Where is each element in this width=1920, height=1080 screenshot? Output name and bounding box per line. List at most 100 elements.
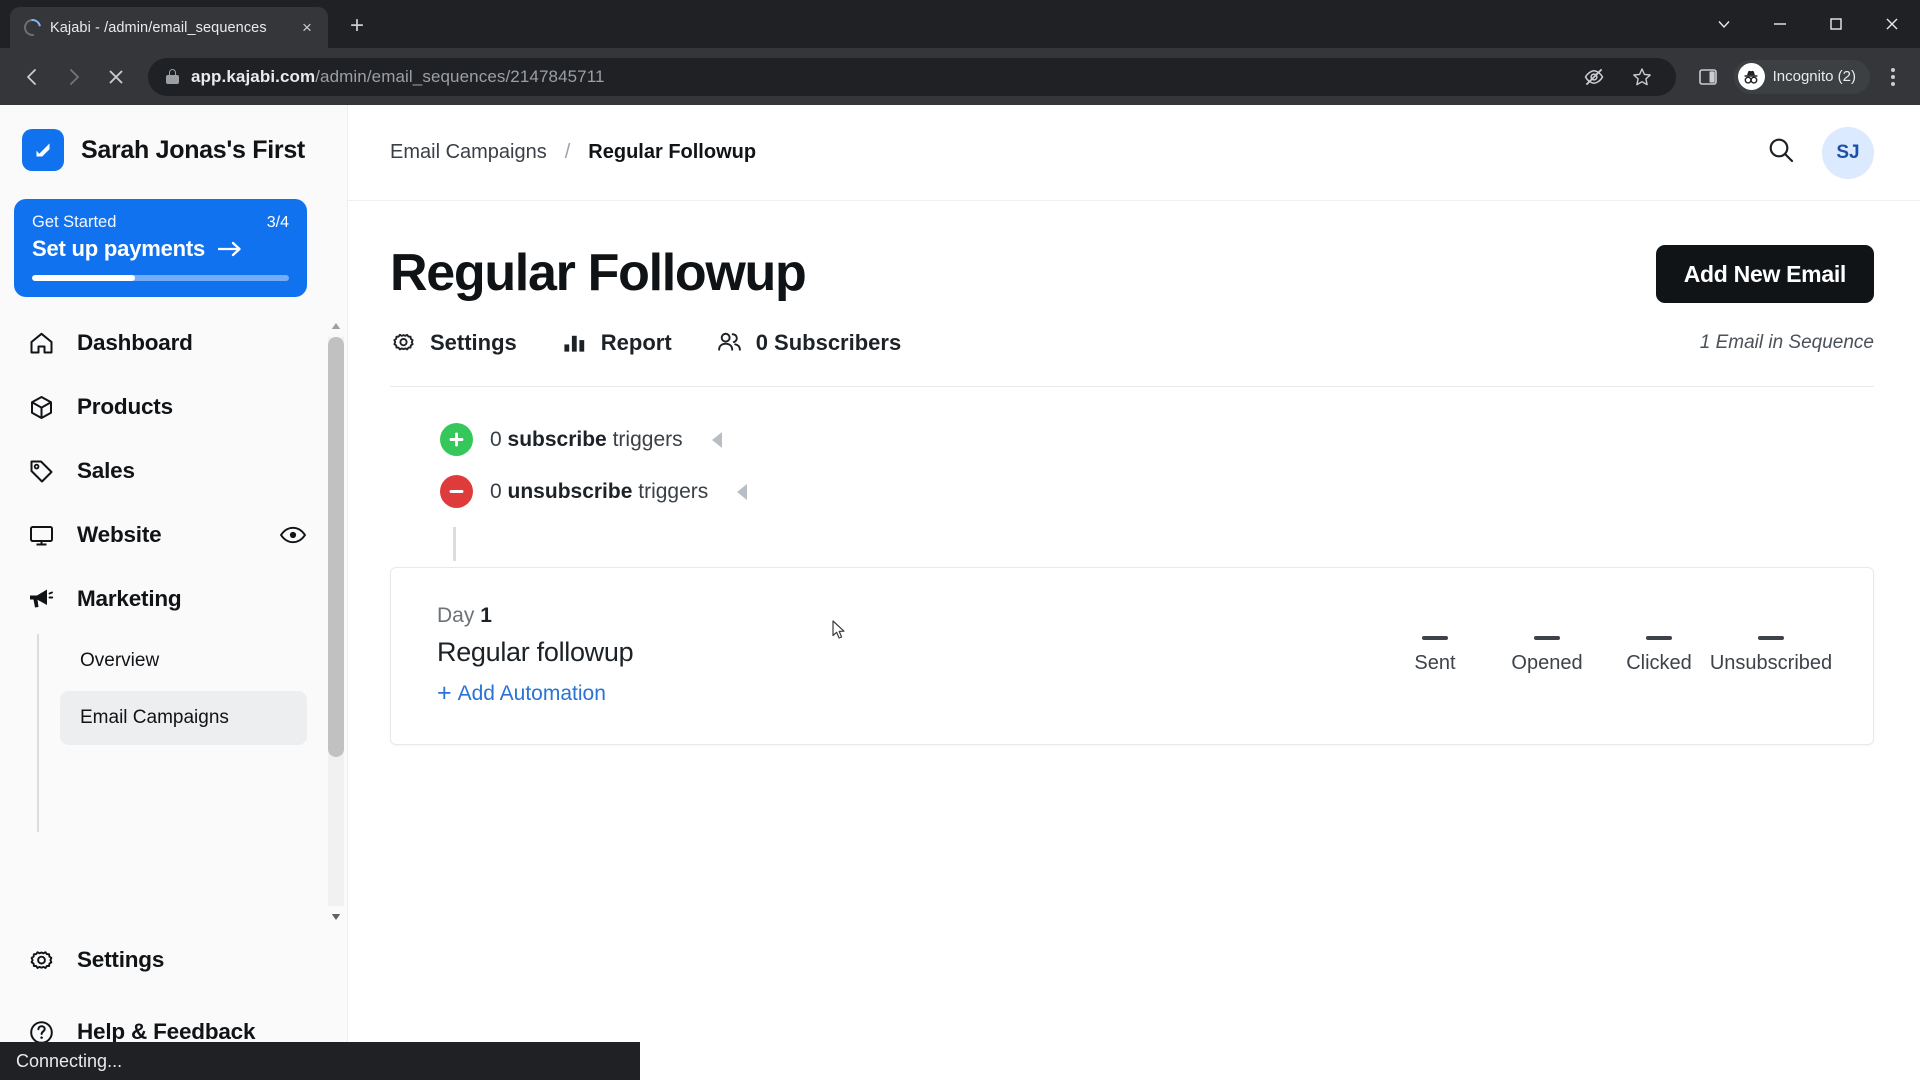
caret-left-icon[interactable] [737,483,748,500]
trigger-suffix: triggers [638,479,709,503]
page-viewport: Sarah Jonas's First Get Started 3/4 Set … [0,105,1920,1080]
minus-circle-icon [440,475,473,508]
browser-toolbar: app.kajabi.com/admin/email_sequences/214… [0,48,1920,105]
email-stats: Sent Opened Clicked Unsubscribed [1379,635,1832,675]
tab-settings[interactable]: Settings [390,329,517,356]
stat-label: Unsubscribed [1709,651,1833,674]
sidebar-item-sales[interactable]: Sales [0,439,329,503]
monitor-icon [26,520,56,550]
sidebar-nav: Get Started 3/4 Set up payments Dashboar… [0,191,347,924]
sidebar-item-truncated[interactable] [60,748,307,802]
sidebar-item-email-campaigns[interactable]: Email Campaigns [60,691,307,745]
email-name[interactable]: Regular followup [437,637,634,668]
workspace-name: Sarah Jonas's First [81,135,305,164]
unsubscribe-trigger-row[interactable]: 0 unsubscribe triggers [440,475,1874,508]
incognito-icon [1737,63,1765,90]
forward-button[interactable] [54,57,94,97]
scroll-up-icon[interactable] [328,315,344,337]
tag-icon [26,456,56,486]
email-card-info: Day 1 Regular followup + Add Automation [437,604,634,706]
caret-left-icon[interactable] [711,431,722,448]
tab-subscribers[interactable]: 0 Subscribers [716,329,902,356]
brand-header[interactable]: Sarah Jonas's First [0,105,347,191]
close-icon[interactable]: × [296,17,318,39]
sidebar-subnav-marketing: Overview Email Campaigns [0,634,329,832]
stop-loading-button[interactable] [96,57,136,97]
email-day: Day 1 [437,604,633,628]
sidebar-item-label: Sales [77,458,135,483]
sidebar-item-website[interactable]: Website [0,503,329,567]
breadcrumb-parent[interactable]: Email Campaigns [390,141,547,164]
scrollbar-thumb[interactable] [328,337,344,757]
address-bar[interactable]: app.kajabi.com/admin/email_sequences/214… [148,57,1676,97]
triggers-section: 0 subscribe triggers 0 unsubscribe trigg… [390,387,1874,508]
stat-value-dash [1646,635,1672,640]
back-button[interactable] [12,57,52,97]
page-title: Regular Followup [390,244,807,302]
sidebar-item-settings[interactable]: Settings [0,924,347,996]
tab-title: Kajabi - /admin/email_sequences [50,19,267,36]
sidebar-item-products[interactable]: Products [0,375,329,439]
lock-icon [166,69,179,84]
side-panel-icon[interactable] [1688,57,1728,97]
stat-label: Opened [1511,651,1583,674]
omnibox-icons [1574,57,1662,97]
avatar[interactable]: SJ [1822,126,1874,179]
eye-icon[interactable] [279,525,307,545]
sequence-page: Regular Followup Add New Email Settings [348,201,1920,1080]
get-started-action-label: Set up payments [32,236,206,261]
day-prefix: Day [437,604,475,627]
get-started-card[interactable]: Get Started 3/4 Set up payments [14,199,307,297]
window-controls [1696,0,1920,48]
plus-icon: + [437,679,452,707]
people-icon [716,329,743,356]
gear-icon [26,945,56,975]
stat-value-dash [1422,635,1448,640]
sidebar-item-overview[interactable]: Overview [60,634,307,688]
stat-sent: Sent [1379,635,1491,675]
box-icon [26,392,56,422]
stat-unsubscribed: Unsubscribed [1710,635,1832,675]
eye-off-icon[interactable] [1574,57,1614,97]
trigger-suffix: triggers [612,427,683,451]
sidebar-item-marketing[interactable]: Marketing [0,567,329,631]
subscribe-trigger-row[interactable]: 0 subscribe triggers [440,423,1874,456]
sidebar-scrollbar[interactable] [325,315,347,928]
url-host: app.kajabi.com [191,66,316,86]
stat-clicked: Clicked [1603,635,1715,675]
main-content: Email Campaigns / Regular Followup SJ Re… [348,105,1920,1080]
add-automation-link[interactable]: + Add Automation [437,681,633,706]
minimize-icon[interactable] [1752,0,1808,48]
plus-circle-icon [440,423,473,456]
browser-tab[interactable]: Kajabi - /admin/email_sequences × [10,7,328,48]
sidebar-subitem-label: Overview [80,650,160,671]
three-dot-menu-icon[interactable] [1878,67,1908,86]
chevron-down-icon[interactable] [1696,0,1752,48]
maximize-icon[interactable] [1808,0,1864,48]
megaphone-icon [26,584,56,614]
add-automation-label: Add Automation [457,681,606,705]
email-card[interactable]: Day 1 Regular followup + Add Automation … [390,567,1874,745]
stat-value-dash [1534,635,1560,640]
app-sidebar: Sarah Jonas's First Get Started 3/4 Set … [0,105,348,1080]
sidebar-item-label: Website [77,522,162,547]
get-started-action[interactable]: Set up payments [32,236,289,262]
subscribe-trigger-text: 0 subscribe triggers [490,428,683,452]
browser-tab-strip: Kajabi - /admin/email_sequences × + [0,0,1920,48]
unsubscribe-trigger-text: 0 unsubscribe triggers [490,480,708,504]
window-close-icon[interactable] [1864,0,1920,48]
get-started-header: Get Started 3/4 [32,213,289,232]
trigger-type: subscribe [507,427,607,451]
search-icon[interactable] [1766,135,1796,170]
bookmark-star-icon[interactable] [1622,57,1662,97]
arrow-right-icon [218,241,241,257]
tab-report[interactable]: Report [561,329,672,356]
profile-incognito-chip[interactable]: Incognito (2) [1733,59,1870,94]
tab-label: 0 Subscribers [755,329,902,355]
sidebar-item-dashboard[interactable]: Dashboard [0,311,329,375]
trigger-count: 0 [490,479,502,503]
new-tab-button[interactable]: + [340,10,374,44]
breadcrumb-separator: / [564,141,571,163]
sidebar-item-label: Products [77,394,173,419]
add-new-email-button[interactable]: Add New Email [1655,245,1874,303]
